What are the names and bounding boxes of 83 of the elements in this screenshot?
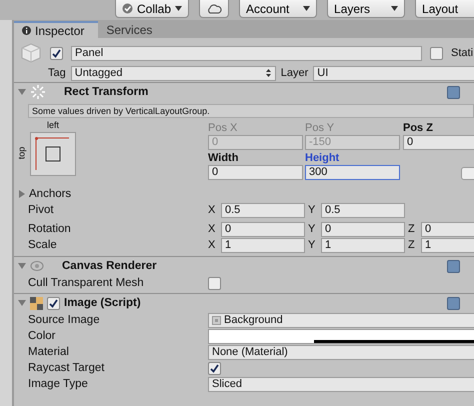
foldout-label[interactable]: Anchors <box>29 188 72 200</box>
toolbar-menu-button[interactable]: Layers <box>327 0 406 18</box>
tag-label: Tag <box>48 67 66 79</box>
blueprint-mode-button[interactable] <box>461 167 474 180</box>
layer-dropdown[interactable]: UI <box>313 66 474 80</box>
axis-label: Z <box>408 223 416 235</box>
panel-tab[interactable]: Services <box>98 21 166 38</box>
image-icon <box>30 296 43 310</box>
axis-label: Z <box>408 239 416 251</box>
axis-label: Y <box>308 204 316 216</box>
number-field[interactable]: 0 <box>221 222 305 236</box>
collapsed-triangle-icon[interactable] <box>18 190 26 198</box>
help-icon[interactable] <box>447 296 460 310</box>
panel-tab[interactable]: Inspector <box>14 21 98 38</box>
number-field[interactable]: 1 <box>421 238 474 252</box>
field-label: Pos Z <box>403 122 434 134</box>
eye-icon <box>30 260 44 272</box>
number-field[interactable]: 1 <box>221 238 305 252</box>
property-label: Pivot <box>28 204 55 216</box>
property-label: Image Type <box>28 378 89 390</box>
component-title: Image (Script) <box>64 297 141 309</box>
help-icon[interactable] <box>447 260 460 272</box>
toolbar-menu-button[interactable]: Account <box>239 0 318 18</box>
field-label: Pos X <box>208 122 238 134</box>
sprite-icon <box>212 316 221 324</box>
anchor-preset-button[interactable] <box>30 132 76 176</box>
number-field[interactable]: 0 <box>421 222 474 236</box>
static-label: Stati <box>451 47 474 59</box>
anchor-left-label: left <box>46 120 59 130</box>
property-label: Rotation <box>28 223 72 235</box>
number-field[interactable]: 0 <box>208 165 303 180</box>
property-label: Raycast Target <box>28 362 106 374</box>
stepper-icon <box>266 69 271 77</box>
info-icon <box>22 26 31 35</box>
layer-label: Layer <box>280 67 308 79</box>
field-label: Width <box>208 152 240 164</box>
checkbox[interactable] <box>208 276 221 290</box>
cube-icon <box>20 42 42 64</box>
property-label: Scale <box>28 239 58 251</box>
cloud-button[interactable] <box>199 0 230 18</box>
number-field[interactable]: 0 <box>321 222 405 236</box>
help-icon[interactable] <box>447 86 460 98</box>
expanded-triangle-icon[interactable] <box>18 88 26 96</box>
rect-transform-icon <box>30 84 46 100</box>
dropdown[interactable]: Sliced <box>208 376 474 392</box>
caret-icon <box>303 6 310 11</box>
axis-label: X <box>208 223 216 235</box>
component-title: Rect Transform <box>64 86 148 98</box>
object-field[interactable]: None (Material) <box>208 344 474 360</box>
anchor-top-label: top <box>16 146 26 160</box>
expanded-triangle-icon[interactable] <box>18 262 26 270</box>
color-field[interactable] <box>208 328 474 344</box>
property-label: Material <box>28 346 70 358</box>
field-label: Pos Y <box>305 122 336 134</box>
axis-label: X <box>208 239 216 251</box>
expanded-triangle-icon[interactable] <box>18 299 26 307</box>
cloud-icon <box>206 3 222 14</box>
component-title: Canvas Renderer <box>62 260 157 272</box>
name-field[interactable]: Panel <box>71 46 422 60</box>
tag-dropdown[interactable]: Untagged <box>70 66 276 80</box>
axis-label: X <box>208 204 216 216</box>
caret-icon <box>391 6 398 11</box>
number-field[interactable]: 1 <box>321 238 405 252</box>
number-field[interactable]: 0.5 <box>221 202 305 218</box>
active-checkbox[interactable] <box>50 46 63 60</box>
axis-label: Y <box>308 223 316 235</box>
axis-label: Y <box>308 239 316 251</box>
property-label: Source Image <box>28 314 101 326</box>
object-field[interactable]: Background <box>208 312 474 328</box>
toolbar-menu-button[interactable]: Collab <box>115 0 190 18</box>
caret-icon <box>175 6 182 11</box>
static-checkbox[interactable] <box>430 46 443 60</box>
number-field[interactable]: 300 <box>305 165 400 180</box>
property-label: Cull Transparent Mesh <box>28 277 145 289</box>
number-field[interactable]: 0 <box>403 135 474 150</box>
field-label: Height <box>305 152 340 164</box>
number-field[interactable]: 0.5 <box>321 202 405 218</box>
enabled-checkbox[interactable] <box>47 296 60 310</box>
anchor-preset-icon <box>35 137 71 171</box>
checkbox[interactable] <box>208 362 221 374</box>
info-note: Some values driven by VerticalLayoutGroup. <box>28 104 474 118</box>
toolbar-menu-button[interactable]: Layout <box>415 0 474 18</box>
property-label: Color <box>28 330 56 342</box>
